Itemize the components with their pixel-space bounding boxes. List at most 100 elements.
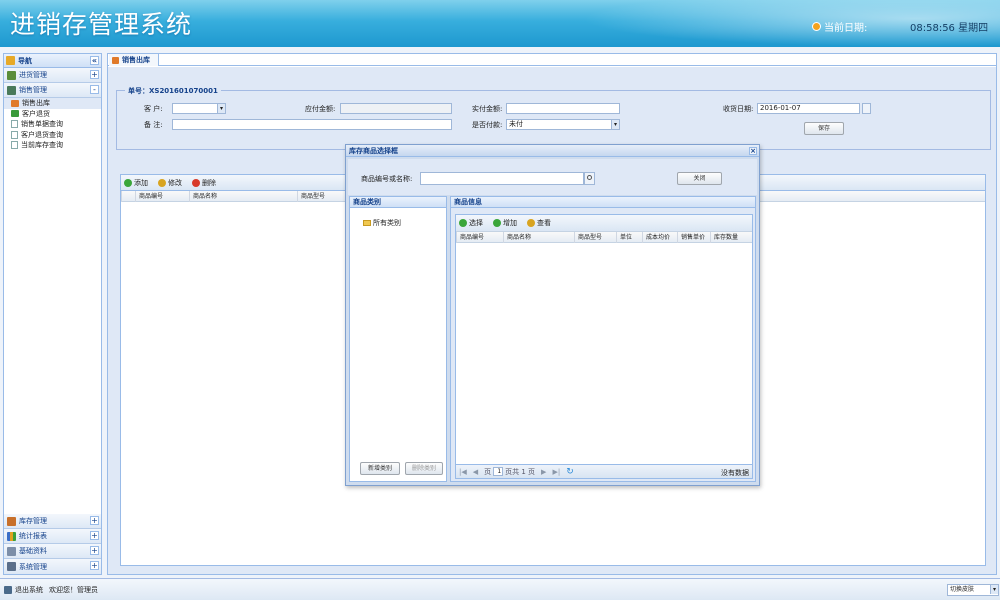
paid-amount-field[interactable] (506, 103, 620, 114)
document-icon (11, 130, 18, 139)
sidebar-item-stock-query[interactable]: 当前库存查询 (4, 140, 101, 151)
search-label: 商品编号或名称: (361, 175, 413, 183)
tree-node-all-categories[interactable]: 所有类别 (363, 218, 401, 228)
delete-category-button[interactable]: 删除类别 (405, 462, 443, 475)
calendar-icon[interactable] (862, 103, 871, 114)
select-icon (459, 219, 467, 227)
sidebar-group-label: 进货管理 (19, 71, 47, 79)
dialog-search-area: 商品编号或名称: 关闭 (348, 159, 757, 195)
sidebar-group-label: 基础资料 (19, 547, 47, 555)
current-date-label: 当前日期: (812, 19, 867, 34)
delete-button[interactable]: 删除 (192, 178, 216, 188)
close-button[interactable]: 关闭 (677, 172, 722, 185)
add-icon (124, 178, 132, 187)
add-label: 添加 (134, 178, 148, 187)
save-button[interactable]: 保存 (804, 122, 844, 135)
column-header[interactable]: 销售单价 (677, 232, 710, 243)
sidebar-group-basic-data[interactable]: 基础资料 + (4, 544, 101, 559)
expand-icon[interactable]: + (90, 546, 99, 555)
goods-grid-header: 商品编号 商品名称 商品型号 单位 成本均价 销售单价 库存数量 (456, 232, 752, 243)
logout-link[interactable]: 退出系统 (15, 585, 43, 595)
column-header[interactable]: 商品名称 (503, 232, 574, 243)
column-header[interactable]: 商品型号 (574, 232, 616, 243)
remark-label: 备 注: (144, 121, 163, 129)
sidebar-item-sales-query[interactable]: 销售单据查询 (4, 119, 101, 130)
goods-pager: |◀ ◀ 页 1 页共 1 页 ▶ ▶| ↻ 没有数据 (456, 464, 752, 478)
category-panel: 商品类别 所有类别 新增类别 删除类别 (349, 196, 447, 482)
receive-date-label: 收货日期: (723, 105, 754, 113)
sidebar-bottom-groups: 库存管理 + 统计报表 + 基础资料 + 系统管理 + (4, 514, 101, 574)
skin-select[interactable]: 切换皮肤 ▾ (947, 584, 999, 596)
app-title: 进销存管理系统 (10, 10, 193, 39)
add-button[interactable]: 添加 (124, 178, 148, 188)
search-input[interactable] (420, 172, 584, 185)
page-number-input[interactable]: 1 (493, 467, 504, 476)
logout-area: 退出系统 欢迎您！管理员 (4, 585, 98, 595)
receive-date-value: 2016-01-07 (760, 104, 801, 112)
sidebar-group-sales[interactable]: 销售管理 - (4, 83, 101, 98)
collapse-sidebar-button[interactable]: « (90, 56, 99, 65)
tab-label: 销售出库 (122, 56, 150, 64)
chevron-down-icon[interactable]: ▾ (611, 120, 619, 129)
skin-select-value: 切换皮肤 (950, 586, 975, 593)
column-header[interactable]: 商品型号 (297, 191, 351, 202)
tree-node-label: 所有类别 (373, 219, 401, 227)
remark-field[interactable] (172, 119, 452, 130)
logout-icon[interactable] (4, 586, 12, 594)
column-header[interactable]: 商品编号 (135, 191, 189, 202)
view-button[interactable]: 查看 (527, 218, 551, 228)
chart-icon (7, 531, 16, 541)
delete-icon (192, 178, 200, 187)
receive-date-field[interactable]: 2016-01-07 (757, 103, 860, 114)
date-label-text: 当前日期: (824, 23, 868, 34)
sidebar-group-purchase[interactable]: 进货管理 + (4, 68, 101, 83)
goods-header: 商品信息 (451, 197, 755, 208)
tab-strip: 销售出库 (108, 54, 996, 66)
first-page-icon[interactable]: |◀ (459, 468, 467, 476)
expand-icon[interactable]: + (90, 561, 99, 570)
chevron-down-icon[interactable]: ▾ (990, 585, 998, 594)
expand-icon[interactable]: + (90, 516, 99, 525)
next-page-icon[interactable]: ▶ (541, 468, 546, 476)
collapse-icon[interactable]: - (90, 85, 99, 94)
current-date-value: 08:58:56 星期四 (910, 23, 989, 34)
column-header[interactable]: 商品名称 (189, 191, 297, 202)
page-total: 页共 1 页 (505, 467, 536, 476)
prev-page-icon[interactable]: ◀ (473, 468, 478, 476)
expand-icon[interactable]: + (90, 531, 99, 540)
payable-amount-field[interactable] (340, 103, 452, 114)
document-icon (11, 141, 18, 150)
row-number-header (121, 191, 135, 202)
add-goods-button[interactable]: 增加 (493, 218, 517, 228)
sidebar-item-return-query[interactable]: 客户退货查询 (4, 130, 101, 141)
add-category-button[interactable]: 新增类别 (360, 462, 400, 475)
clock-icon (812, 22, 821, 31)
edit-button[interactable]: 修改 (158, 178, 182, 188)
expand-icon[interactable]: + (90, 70, 99, 79)
dialog-title: 库存商品选择框 × (346, 145, 759, 157)
stock-goods-dialog: 库存商品选择框 × 商品编号或名称: 关闭 商品类别 所有类别 新增类别 删除类… (345, 144, 760, 486)
sidebar-group-inventory[interactable]: 库存管理 + (4, 514, 101, 529)
sidebar-group-reports[interactable]: 统计报表 + (4, 529, 101, 544)
last-page-icon[interactable]: ▶| (552, 468, 560, 476)
column-header[interactable]: 单位 (616, 232, 642, 243)
sidebar-group-system[interactable]: 系统管理 + (4, 559, 101, 574)
search-icon[interactable] (584, 172, 595, 185)
add-label: 增加 (503, 219, 517, 227)
select-button[interactable]: 选择 (459, 218, 483, 228)
is-paid-select[interactable]: 未付 ▾ (506, 119, 620, 130)
close-icon[interactable]: × (749, 147, 757, 155)
sidebar-item-label: 客户退货 (22, 109, 50, 118)
chevron-down-icon[interactable]: ▾ (217, 104, 225, 113)
sidebar-item-customer-return[interactable]: 客户退货 (4, 109, 101, 120)
column-header[interactable]: 库存数量 (710, 232, 752, 243)
delete-label: 删除 (202, 178, 216, 187)
sidebar-item-sales-outbound[interactable]: 销售出库 (4, 98, 101, 109)
tab-sales-outbound[interactable]: 销售出库 (109, 54, 159, 66)
order-form: 单号：XS201601070001 客 户: ▾ 应付金额: 实付金额: 收货日… (116, 86, 991, 150)
column-header[interactable]: 商品编号 (456, 232, 503, 243)
document-icon (11, 120, 18, 129)
refresh-icon[interactable]: ↻ (566, 467, 574, 477)
customer-select[interactable]: ▾ (172, 103, 226, 114)
column-header[interactable]: 成本均价 (642, 232, 677, 243)
